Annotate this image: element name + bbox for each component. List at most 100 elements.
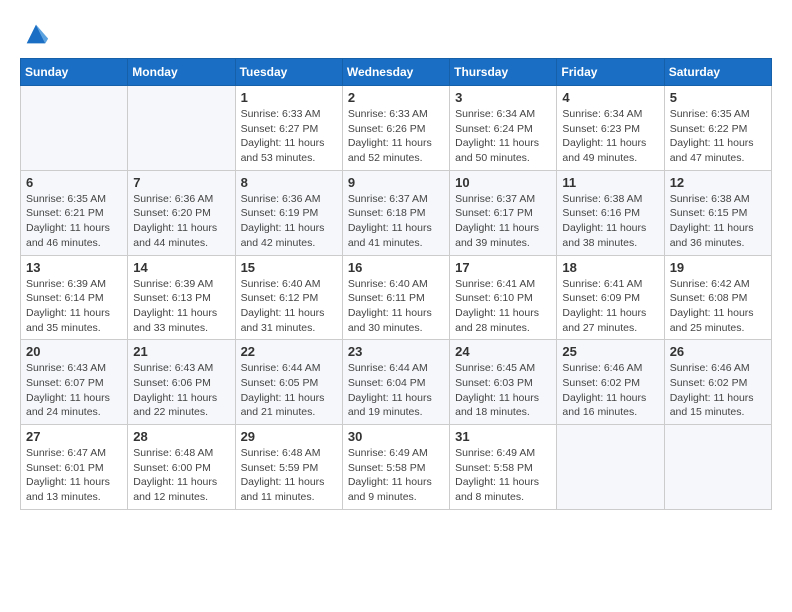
calendar-week-row: 1 Sunrise: 6:33 AM Sunset: 6:27 PM Daylig… bbox=[21, 86, 772, 171]
day-number: 7 bbox=[133, 175, 229, 190]
cell-content: Sunrise: 6:33 AM Sunset: 6:27 PM Dayligh… bbox=[241, 107, 337, 166]
calendar-cell: 8 Sunrise: 6:36 AM Sunset: 6:19 PM Daylig… bbox=[235, 170, 342, 255]
calendar-cell: 16 Sunrise: 6:40 AM Sunset: 6:11 PM Dayli… bbox=[342, 255, 449, 340]
logo-text bbox=[20, 20, 50, 48]
calendar-cell: 20 Sunrise: 6:43 AM Sunset: 6:07 PM Dayli… bbox=[21, 340, 128, 425]
day-number: 9 bbox=[348, 175, 444, 190]
day-number: 2 bbox=[348, 90, 444, 105]
calendar-cell: 30Sunrise: 6:49 AM Sunset: 5:58 PM Dayli… bbox=[342, 425, 449, 510]
calendar-cell: 3Sunrise: 6:34 AM Sunset: 6:24 PM Daylig… bbox=[450, 86, 557, 171]
cell-content: Sunrise: 6:46 AM Sunset: 6:02 PM Dayligh… bbox=[670, 361, 766, 420]
day-number: 24 bbox=[455, 344, 551, 359]
calendar-cell bbox=[664, 425, 771, 510]
cell-content: Sunrise: 6:47 AM Sunset: 6:01 PM Dayligh… bbox=[26, 446, 122, 505]
cell-content: Sunrise: 6:37 AM Sunset: 6:18 PM Dayligh… bbox=[348, 192, 444, 251]
day-header-friday: Friday bbox=[557, 59, 664, 86]
calendar-cell: 1 Sunrise: 6:33 AM Sunset: 6:27 PM Daylig… bbox=[235, 86, 342, 171]
calendar-week-row: 27 Sunrise: 6:47 AM Sunset: 6:01 PM Dayli… bbox=[21, 425, 772, 510]
calendar-cell bbox=[557, 425, 664, 510]
cell-content: Sunrise: 6:49 AM Sunset: 5:58 PM Dayligh… bbox=[455, 446, 551, 505]
calendar-cell: 26 Sunrise: 6:46 AM Sunset: 6:02 PM Dayli… bbox=[664, 340, 771, 425]
day-number: 25 bbox=[562, 344, 658, 359]
calendar-cell: 2 Sunrise: 6:33 AM Sunset: 6:26 PM Daylig… bbox=[342, 86, 449, 171]
calendar-cell: 31 Sunrise: 6:49 AM Sunset: 5:58 PM Dayli… bbox=[450, 425, 557, 510]
calendar-cell: 7 Sunrise: 6:36 AM Sunset: 6:20 PM Daylig… bbox=[128, 170, 235, 255]
calendar-cell: 9 Sunrise: 6:37 AM Sunset: 6:18 PM Daylig… bbox=[342, 170, 449, 255]
calendar-cell: 4Sunrise: 6:34 AM Sunset: 6:23 PM Daylig… bbox=[557, 86, 664, 171]
calendar-table: SundayMondayTuesdayWednesdayThursdayFrid… bbox=[20, 58, 772, 510]
cell-content: Sunrise: 6:35 AM Sunset: 6:21 PM Dayligh… bbox=[26, 192, 122, 251]
day-number: 19 bbox=[670, 260, 766, 275]
calendar-cell: 14 Sunrise: 6:39 AM Sunset: 6:13 PM Dayli… bbox=[128, 255, 235, 340]
cell-content: Sunrise: 6:46 AM Sunset: 6:02 PM Dayligh… bbox=[562, 361, 658, 420]
calendar-cell: 22Sunrise: 6:44 AM Sunset: 6:05 PM Dayli… bbox=[235, 340, 342, 425]
day-number: 18 bbox=[562, 260, 658, 275]
cell-content: Sunrise: 6:36 AM Sunset: 6:20 PM Dayligh… bbox=[133, 192, 229, 251]
logo bbox=[20, 20, 50, 48]
day-header-thursday: Thursday bbox=[450, 59, 557, 86]
day-number: 11 bbox=[562, 175, 658, 190]
day-header-sunday: Sunday bbox=[21, 59, 128, 86]
cell-content: Sunrise: 6:39 AM Sunset: 6:13 PM Dayligh… bbox=[133, 277, 229, 336]
day-number: 31 bbox=[455, 429, 551, 444]
cell-content: Sunrise: 6:41 AM Sunset: 6:09 PM Dayligh… bbox=[562, 277, 658, 336]
day-number: 1 bbox=[241, 90, 337, 105]
calendar-cell: 13 Sunrise: 6:39 AM Sunset: 6:14 PM Dayli… bbox=[21, 255, 128, 340]
day-header-wednesday: Wednesday bbox=[342, 59, 449, 86]
day-number: 29 bbox=[241, 429, 337, 444]
day-number: 4 bbox=[562, 90, 658, 105]
cell-content: Sunrise: 6:35 AM Sunset: 6:22 PM Dayligh… bbox=[670, 107, 766, 166]
cell-content: Sunrise: 6:41 AM Sunset: 6:10 PM Dayligh… bbox=[455, 277, 551, 336]
cell-content: Sunrise: 6:40 AM Sunset: 6:11 PM Dayligh… bbox=[348, 277, 444, 336]
day-number: 8 bbox=[241, 175, 337, 190]
cell-content: Sunrise: 6:48 AM Sunset: 5:59 PM Dayligh… bbox=[241, 446, 337, 505]
day-number: 16 bbox=[348, 260, 444, 275]
calendar-cell: 29 Sunrise: 6:48 AM Sunset: 5:59 PM Dayli… bbox=[235, 425, 342, 510]
cell-content: Sunrise: 6:48 AM Sunset: 6:00 PM Dayligh… bbox=[133, 446, 229, 505]
day-number: 20 bbox=[26, 344, 122, 359]
calendar-cell: 24Sunrise: 6:45 AM Sunset: 6:03 PM Dayli… bbox=[450, 340, 557, 425]
day-number: 21 bbox=[133, 344, 229, 359]
day-header-monday: Monday bbox=[128, 59, 235, 86]
calendar-cell: 23Sunrise: 6:44 AM Sunset: 6:04 PM Dayli… bbox=[342, 340, 449, 425]
calendar-cell: 10Sunrise: 6:37 AM Sunset: 6:17 PM Dayli… bbox=[450, 170, 557, 255]
calendar-cell: 6Sunrise: 6:35 AM Sunset: 6:21 PM Daylig… bbox=[21, 170, 128, 255]
calendar-cell: 12 Sunrise: 6:38 AM Sunset: 6:15 PM Dayli… bbox=[664, 170, 771, 255]
calendar-cell bbox=[21, 86, 128, 171]
cell-content: Sunrise: 6:36 AM Sunset: 6:19 PM Dayligh… bbox=[241, 192, 337, 251]
cell-content: Sunrise: 6:34 AM Sunset: 6:24 PM Dayligh… bbox=[455, 107, 551, 166]
day-number: 26 bbox=[670, 344, 766, 359]
calendar-week-row: 6Sunrise: 6:35 AM Sunset: 6:21 PM Daylig… bbox=[21, 170, 772, 255]
cell-content: Sunrise: 6:44 AM Sunset: 6:04 PM Dayligh… bbox=[348, 361, 444, 420]
cell-content: Sunrise: 6:40 AM Sunset: 6:12 PM Dayligh… bbox=[241, 277, 337, 336]
cell-content: Sunrise: 6:43 AM Sunset: 6:07 PM Dayligh… bbox=[26, 361, 122, 420]
calendar-cell: 21 Sunrise: 6:43 AM Sunset: 6:06 PM Dayli… bbox=[128, 340, 235, 425]
calendar-cell: 18 Sunrise: 6:41 AM Sunset: 6:09 PM Dayli… bbox=[557, 255, 664, 340]
calendar-cell: 28 Sunrise: 6:48 AM Sunset: 6:00 PM Dayli… bbox=[128, 425, 235, 510]
calendar-cell: 25 Sunrise: 6:46 AM Sunset: 6:02 PM Dayli… bbox=[557, 340, 664, 425]
day-number: 14 bbox=[133, 260, 229, 275]
page-header bbox=[20, 20, 772, 48]
calendar-cell: 27 Sunrise: 6:47 AM Sunset: 6:01 PM Dayli… bbox=[21, 425, 128, 510]
cell-content: Sunrise: 6:38 AM Sunset: 6:15 PM Dayligh… bbox=[670, 192, 766, 251]
day-header-tuesday: Tuesday bbox=[235, 59, 342, 86]
cell-content: Sunrise: 6:39 AM Sunset: 6:14 PM Dayligh… bbox=[26, 277, 122, 336]
day-number: 28 bbox=[133, 429, 229, 444]
day-number: 10 bbox=[455, 175, 551, 190]
day-number: 12 bbox=[670, 175, 766, 190]
calendar-cell: 17Sunrise: 6:41 AM Sunset: 6:10 PM Dayli… bbox=[450, 255, 557, 340]
cell-content: Sunrise: 6:43 AM Sunset: 6:06 PM Dayligh… bbox=[133, 361, 229, 420]
calendar-cell: 11 Sunrise: 6:38 AM Sunset: 6:16 PM Dayli… bbox=[557, 170, 664, 255]
cell-content: Sunrise: 6:42 AM Sunset: 6:08 PM Dayligh… bbox=[670, 277, 766, 336]
day-number: 30 bbox=[348, 429, 444, 444]
cell-content: Sunrise: 6:33 AM Sunset: 6:26 PM Dayligh… bbox=[348, 107, 444, 166]
calendar-cell: 15 Sunrise: 6:40 AM Sunset: 6:12 PM Dayli… bbox=[235, 255, 342, 340]
day-number: 15 bbox=[241, 260, 337, 275]
calendar-header-row: SundayMondayTuesdayWednesdayThursdayFrid… bbox=[21, 59, 772, 86]
cell-content: Sunrise: 6:38 AM Sunset: 6:16 PM Dayligh… bbox=[562, 192, 658, 251]
day-number: 27 bbox=[26, 429, 122, 444]
cell-content: Sunrise: 6:44 AM Sunset: 6:05 PM Dayligh… bbox=[241, 361, 337, 420]
day-header-saturday: Saturday bbox=[664, 59, 771, 86]
calendar-week-row: 13 Sunrise: 6:39 AM Sunset: 6:14 PM Dayli… bbox=[21, 255, 772, 340]
day-number: 13 bbox=[26, 260, 122, 275]
